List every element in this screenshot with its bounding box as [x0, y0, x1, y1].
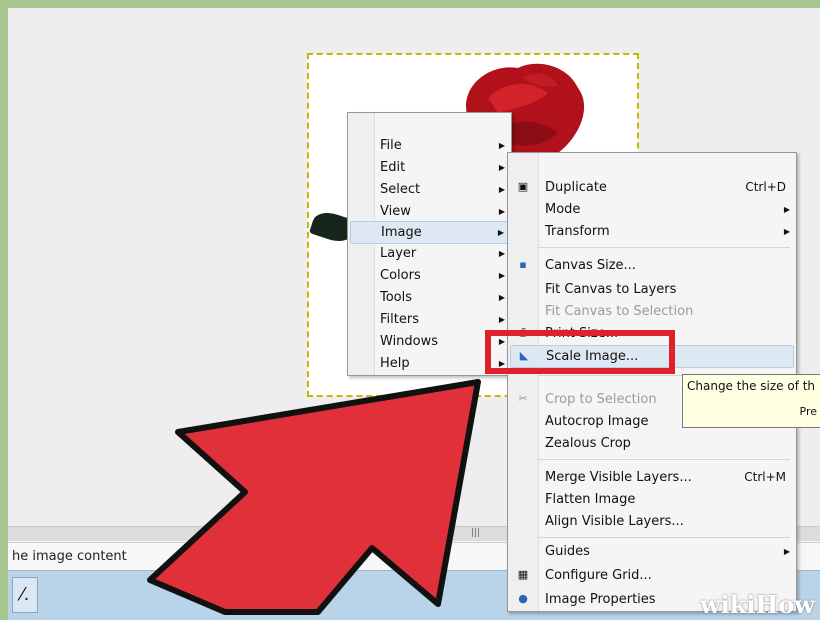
- menu-separator: [538, 537, 790, 538]
- menu-item-filters[interactable]: Filters ▶: [350, 309, 509, 330]
- menu-item-label: Flatten Image: [545, 492, 636, 507]
- menu-item-image[interactable]: Image ▶: [350, 221, 509, 244]
- submenu-arrow-icon: ▶: [783, 205, 790, 214]
- menu-item-fit-canvas-selection: Fit Canvas to Selection: [510, 301, 794, 322]
- menu-item-view[interactable]: View ▶: [350, 201, 509, 222]
- menu-item-label: Transform: [545, 224, 610, 239]
- submenu-arrow-icon: ▶: [498, 293, 505, 302]
- shortcut-label: Ctrl+M: [744, 470, 786, 484]
- menu-item-label: Autocrop Image: [545, 414, 649, 429]
- menu-item-flatten[interactable]: Flatten Image: [510, 489, 794, 510]
- menu-item-label: Fit Canvas to Selection: [545, 304, 694, 319]
- menu-item-label: Colors: [380, 268, 421, 283]
- menu-item-label: Zealous Crop: [545, 436, 631, 451]
- highlight-box: [485, 330, 675, 374]
- watermark: wikiHow: [700, 590, 815, 619]
- menu-item-label: Layer: [380, 246, 417, 261]
- menu-item-align-visible[interactable]: Align Visible Layers...: [510, 511, 794, 532]
- menu-item-canvas-size[interactable]: ▪ Canvas Size...: [510, 255, 794, 276]
- menu-item-duplicate[interactable]: ▣ Duplicate Ctrl+D: [510, 177, 794, 198]
- tooltip-text: Change the size of th: [687, 379, 816, 393]
- menu-item-merge-visible[interactable]: Merge Visible Layers... Ctrl+M: [510, 467, 794, 488]
- menu-item-label: Canvas Size...: [545, 258, 636, 273]
- menu-item-label: Merge Visible Layers...: [545, 470, 692, 485]
- duplicate-icon: ▣: [517, 180, 529, 193]
- menu-item-zealous-crop[interactable]: Zealous Crop: [510, 433, 794, 454]
- menu-item-label: Guides: [545, 544, 590, 559]
- taskbar-app-button[interactable]: ⁄.: [12, 577, 38, 613]
- menu-item-label: View: [380, 204, 411, 219]
- submenu-arrow-icon: ▶: [498, 249, 505, 258]
- tooltip-text-2: Pre: [799, 405, 818, 418]
- submenu-arrow-icon: ▶: [783, 547, 790, 556]
- submenu-arrow-icon: ▶: [498, 141, 505, 150]
- menu-item-mode[interactable]: Mode ▶: [510, 199, 794, 220]
- canvas-size-icon: ▪: [519, 258, 527, 271]
- submenu-arrow-icon: ▶: [783, 227, 790, 236]
- menu-item-label: File: [380, 138, 402, 153]
- menu-item-colors[interactable]: Colors ▶: [350, 265, 509, 286]
- menu-item-label: Edit: [380, 160, 406, 175]
- menu-item-configure-grid[interactable]: ▦ Configure Grid...: [510, 565, 794, 586]
- menu-item-label: Image: [381, 225, 422, 240]
- submenu-arrow-icon: ▶: [498, 271, 505, 280]
- menu-item-label: Filters: [380, 312, 419, 327]
- menu-item-edit[interactable]: Edit ▶: [350, 157, 509, 178]
- submenu-arrow-icon: ▶: [497, 228, 504, 237]
- menu-item-label: Align Visible Layers...: [545, 514, 684, 529]
- menu-item-transform[interactable]: Transform ▶: [510, 221, 794, 242]
- menu-item-label: Fit Canvas to Layers: [545, 282, 677, 297]
- menu-item-label: Crop to Selection: [545, 392, 657, 407]
- menu-item-label: Select: [380, 182, 421, 197]
- menu-separator: [538, 247, 790, 248]
- menu-item-label: Duplicate: [545, 180, 607, 195]
- menu-item-guides[interactable]: Guides ▶: [510, 541, 794, 562]
- status-text: he image content: [12, 549, 127, 564]
- submenu-arrow-icon: ▶: [498, 163, 505, 172]
- menu-separator: [538, 459, 790, 460]
- menu-item-label: Windows: [380, 334, 439, 349]
- menu-item-fit-canvas-layers[interactable]: Fit Canvas to Layers: [510, 279, 794, 300]
- submenu-arrow-icon: ▶: [498, 207, 505, 216]
- submenu-arrow-icon: ▶: [498, 185, 505, 194]
- menu-item-select[interactable]: Select ▶: [350, 179, 509, 200]
- menu-item-label: Help: [380, 356, 410, 371]
- shortcut-label: Ctrl+D: [745, 180, 786, 194]
- info-icon: ●: [518, 592, 528, 605]
- menu-item-layer[interactable]: Layer ▶: [350, 243, 509, 264]
- crop-icon: ✂: [518, 392, 528, 405]
- menu-item-label: Image Properties: [545, 592, 656, 607]
- menu-item-label: Configure Grid...: [545, 568, 652, 583]
- menu-item-label: Tools: [380, 290, 413, 305]
- scroll-grip-icon[interactable]: |||: [471, 528, 480, 538]
- grid-icon: ▦: [517, 568, 529, 581]
- menu-item-tools[interactable]: Tools ▶: [350, 287, 509, 308]
- menu-item-file[interactable]: File ▶: [350, 135, 509, 156]
- tooltip: Change the size of th Pre: [682, 374, 820, 428]
- submenu-arrow-icon: ▶: [498, 315, 505, 324]
- menu-item-label: Mode: [545, 202, 581, 217]
